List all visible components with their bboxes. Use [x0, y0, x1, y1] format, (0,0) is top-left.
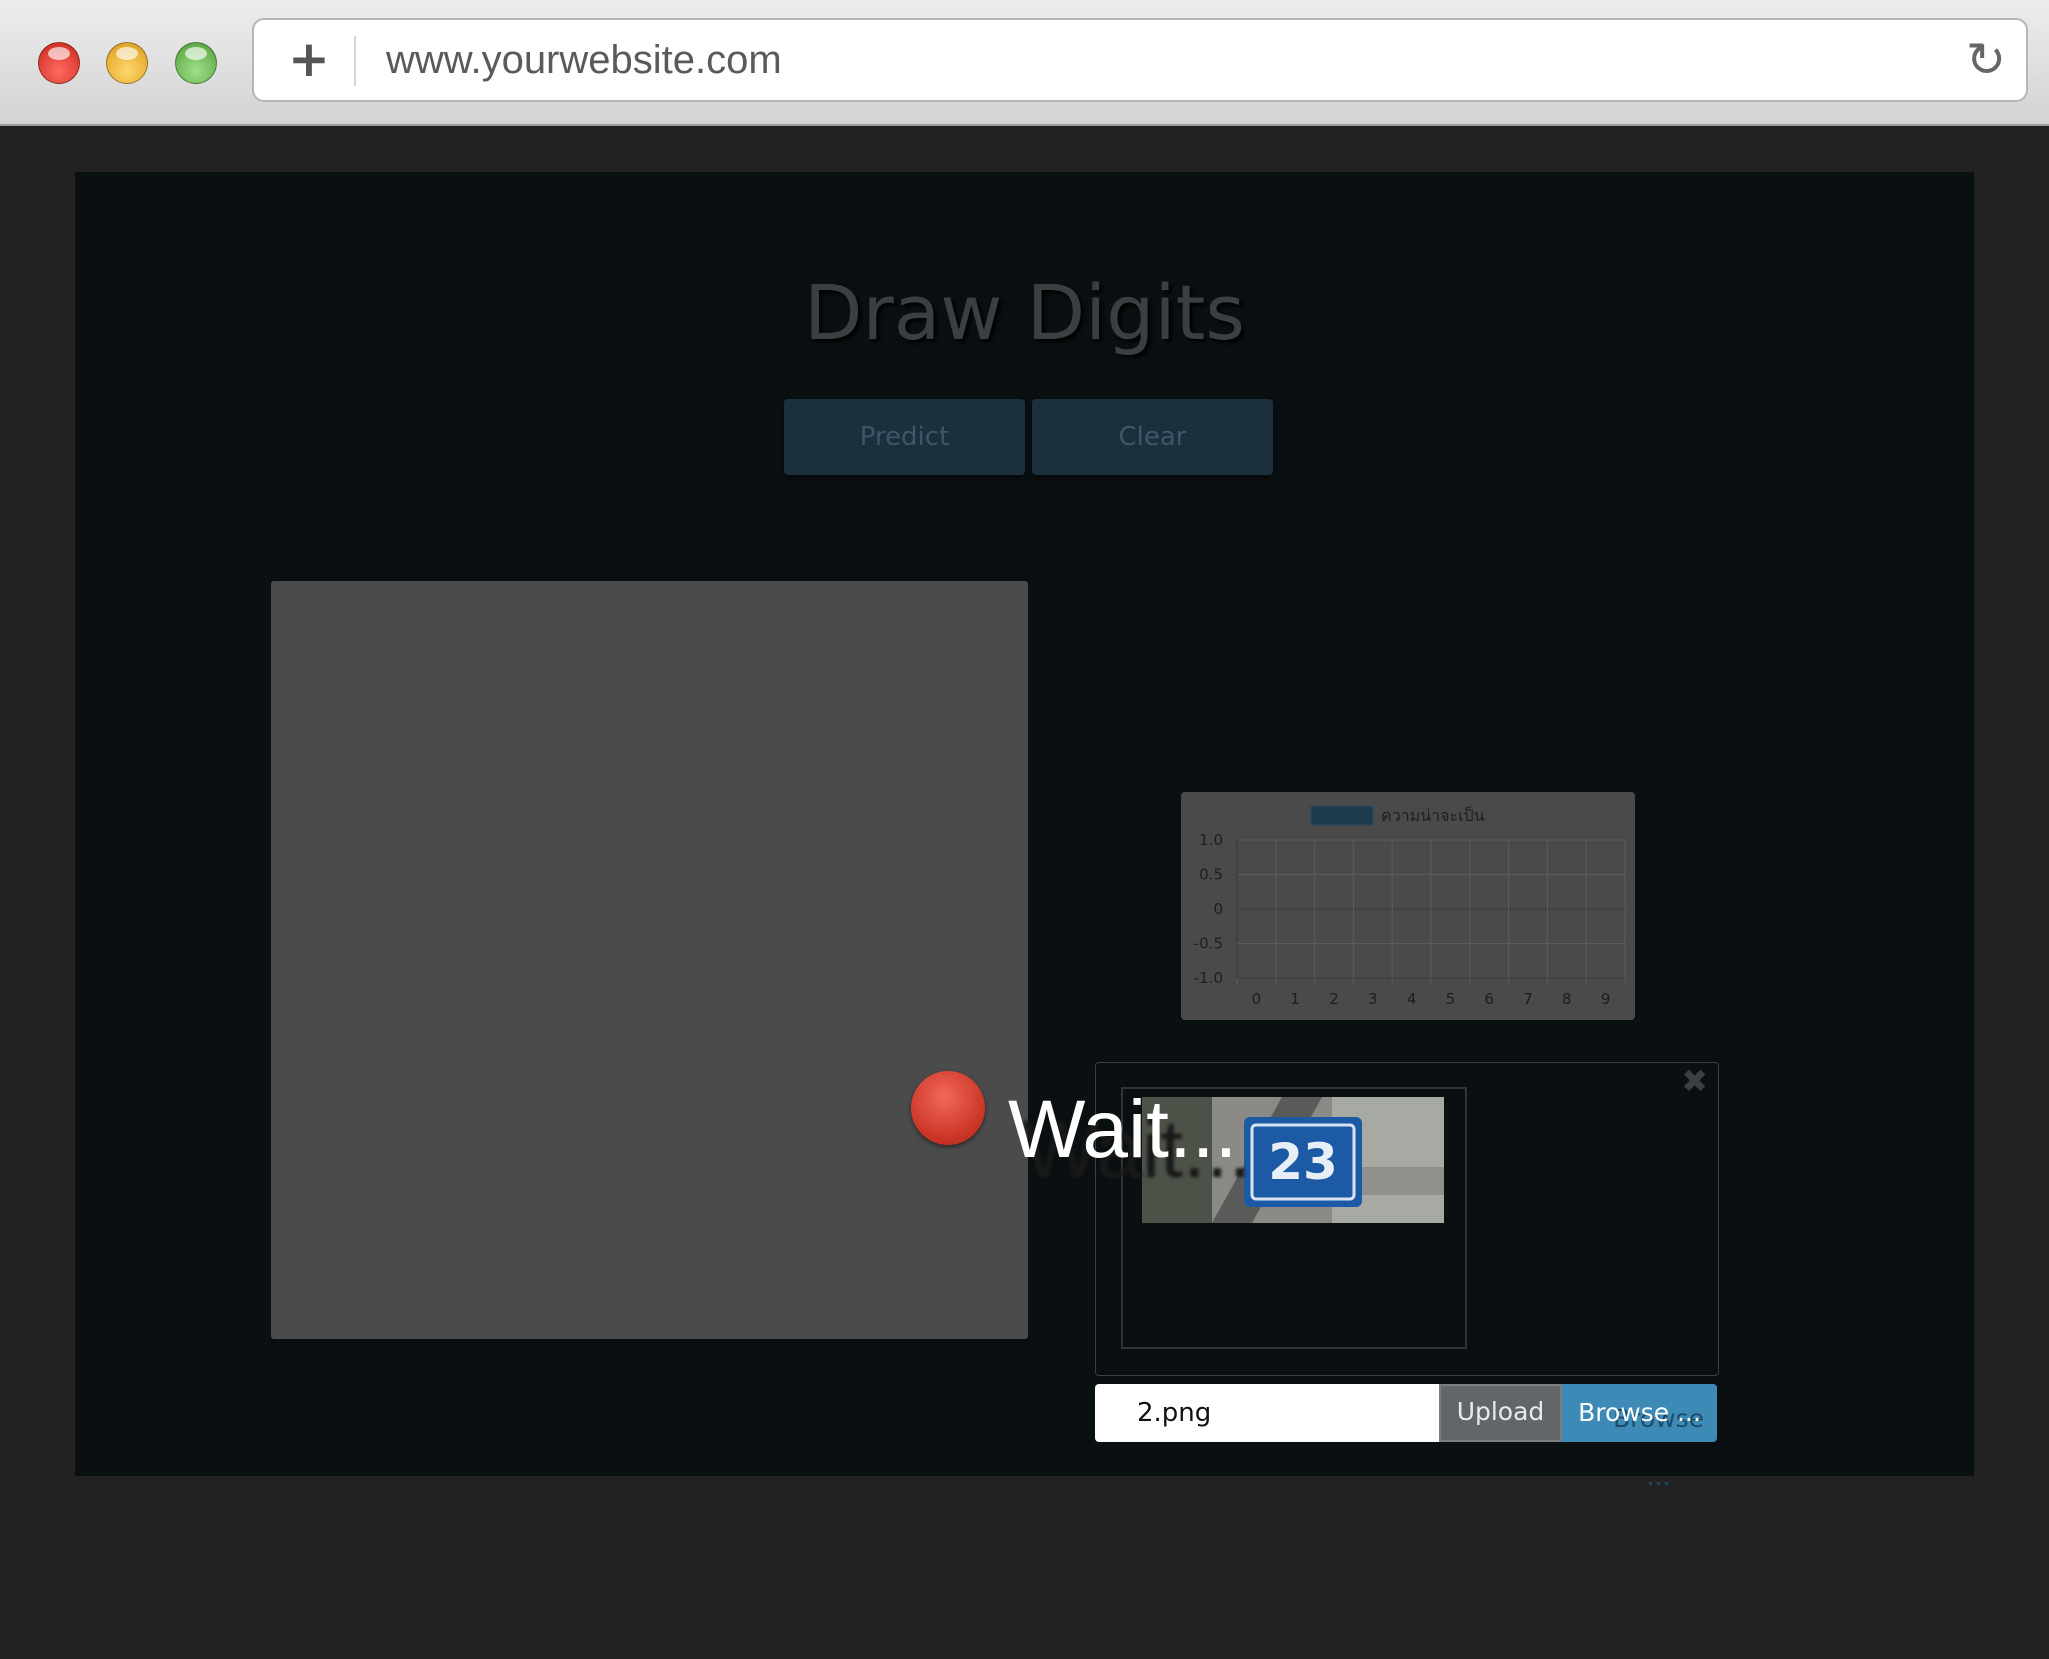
- y-tick-label: -1.0: [1194, 969, 1223, 987]
- y-tick-label: 0.5: [1199, 866, 1223, 884]
- minimize-window-button[interactable]: [106, 42, 148, 84]
- x-tick-label: 5: [1446, 990, 1456, 1008]
- x-tick-label: 2: [1329, 990, 1339, 1008]
- browse-button[interactable]: Browse ... Browse ...: [1562, 1384, 1717, 1491]
- plus-icon[interactable]: +: [288, 28, 330, 90]
- probability-chart: ความน่าจะเป็น 1.0 0.5 0 -0.5 -1.0 0 1 2 3 4 5 6 7 8 9: [1181, 792, 1635, 1020]
- legend-swatch: [1310, 805, 1374, 826]
- wait-message: Wait...: [1008, 1084, 1238, 1175]
- x-tick-label: 8: [1562, 990, 1572, 1008]
- close-icon[interactable]: ✖: [1681, 1063, 1708, 1099]
- x-tick-label: 9: [1601, 990, 1611, 1008]
- upload-button[interactable]: Upload: [1439, 1384, 1562, 1442]
- legend-label: ความน่าจะเป็น: [1381, 805, 1485, 825]
- y-tick-label: 0: [1213, 900, 1223, 918]
- x-tick-label: 0: [1252, 990, 1262, 1008]
- close-window-button[interactable]: [38, 42, 80, 84]
- predict-button[interactable]: Predict: [784, 399, 1025, 475]
- file-input-group: 2.png Upload Browse ... Browse ...: [1095, 1384, 1717, 1491]
- chart-svg: ความน่าจะเป็น 1.0 0.5 0 -0.5 -1.0 0 1 2 3 4 5 6 7 8 9: [1194, 805, 1626, 1008]
- drawing-canvas[interactable]: [271, 581, 1028, 1339]
- x-tick-label: 1: [1290, 990, 1300, 1008]
- x-tick-label: 4: [1407, 990, 1417, 1008]
- browser-chrome: + www.yourwebsite.com ↻: [0, 0, 2049, 126]
- reload-icon[interactable]: ↻: [1966, 30, 2006, 90]
- thumbnail-number: 23: [1268, 1133, 1338, 1191]
- loading-indicator-icon: [911, 1071, 985, 1145]
- x-tick-label: 7: [1523, 990, 1533, 1008]
- url-text[interactable]: www.yourwebsite.com: [386, 34, 782, 86]
- page-content: Draw Digits Predict Clear ความน่าจะเป็น 1…: [75, 172, 1974, 1491]
- file-name-field[interactable]: 2.png: [1095, 1384, 1439, 1442]
- maximize-window-button[interactable]: [175, 42, 217, 84]
- x-tick-label: 3: [1368, 990, 1378, 1008]
- page-title: Draw Digits: [803, 268, 1246, 357]
- y-tick-label: -0.5: [1194, 935, 1223, 953]
- address-bar[interactable]: + www.yourwebsite.com ↻: [252, 18, 2028, 102]
- clear-button[interactable]: Clear: [1032, 399, 1273, 475]
- address-bar-divider: [354, 36, 356, 86]
- x-tick-label: 6: [1484, 990, 1494, 1008]
- y-tick-label: 1.0: [1199, 831, 1223, 849]
- browse-button-label: Browse ...: [1578, 1398, 1701, 1427]
